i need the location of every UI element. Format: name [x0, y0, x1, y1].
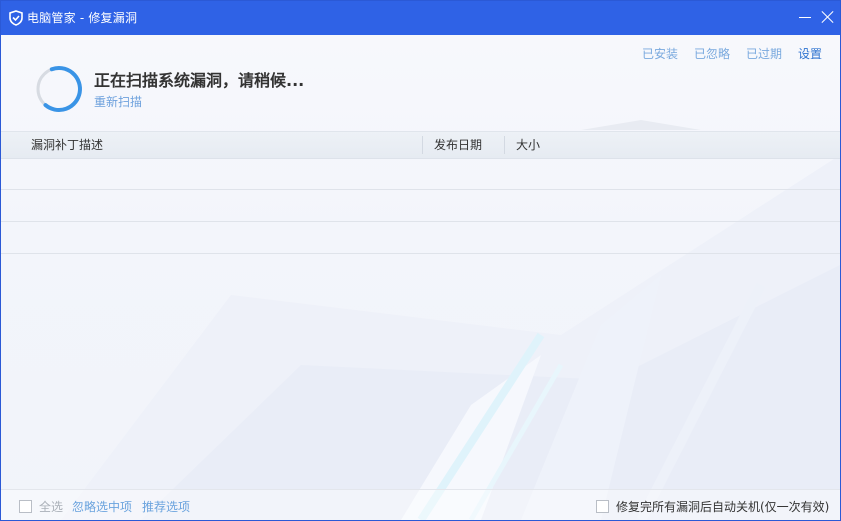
select-all-label[interactable]: 全选	[39, 498, 63, 515]
close-button[interactable]	[818, 7, 838, 27]
column-header-date[interactable]: 发布日期	[434, 132, 482, 158]
title-bar: 电脑管家 - 修复漏洞	[1, 1, 840, 35]
auto-shutdown-label[interactable]: 修复完所有漏洞后自动关机(仅一次有效)	[616, 498, 829, 515]
expired-link[interactable]: 已过期	[746, 45, 782, 62]
minimize-button[interactable]	[795, 7, 815, 27]
window-title: 电脑管家 - 修复漏洞	[27, 11, 138, 25]
footer-bar: 全选 忽略选中项 推荐选项 修复完所有漏洞后自动关机(仅一次有效)	[1, 489, 840, 520]
table-row	[1, 190, 840, 222]
ignored-link[interactable]: 已忽略	[694, 45, 730, 62]
scan-status-text: 正在扫描系统漏洞，请稍候...	[94, 71, 305, 90]
top-links: 已安装 已忽略 已过期 设置	[642, 45, 822, 62]
main-content: 已安装 已忽略 已过期 设置 正在扫描系统漏洞，请稍候... 重新扫描 漏洞补丁…	[1, 35, 840, 520]
settings-link[interactable]: 设置	[798, 45, 822, 62]
table-row	[1, 158, 840, 190]
column-header-size[interactable]: 大小	[516, 132, 540, 158]
select-all-checkbox[interactable]	[19, 500, 32, 513]
shield-icon	[8, 10, 24, 26]
column-header-description[interactable]: 漏洞补丁描述	[31, 132, 103, 158]
ignore-selected-link[interactable]: 忽略选中项	[72, 498, 132, 515]
table-row	[1, 222, 840, 254]
column-separator[interactable]	[504, 136, 505, 154]
auto-shutdown-checkbox[interactable]	[596, 500, 609, 513]
recommend-options-link[interactable]: 推荐选项	[142, 498, 190, 515]
app-window: 电脑管家 - 修复漏洞 已安装 已忽略 已过期 设置 正在扫描系统漏洞，请稍候.…	[0, 0, 841, 521]
rescan-link[interactable]: 重新扫描	[94, 93, 142, 110]
column-separator[interactable]	[422, 136, 423, 154]
table-header: 漏洞补丁描述 发布日期 大小	[1, 131, 840, 159]
scan-progress-spinner-icon	[36, 66, 82, 112]
installed-link[interactable]: 已安装	[642, 45, 678, 62]
